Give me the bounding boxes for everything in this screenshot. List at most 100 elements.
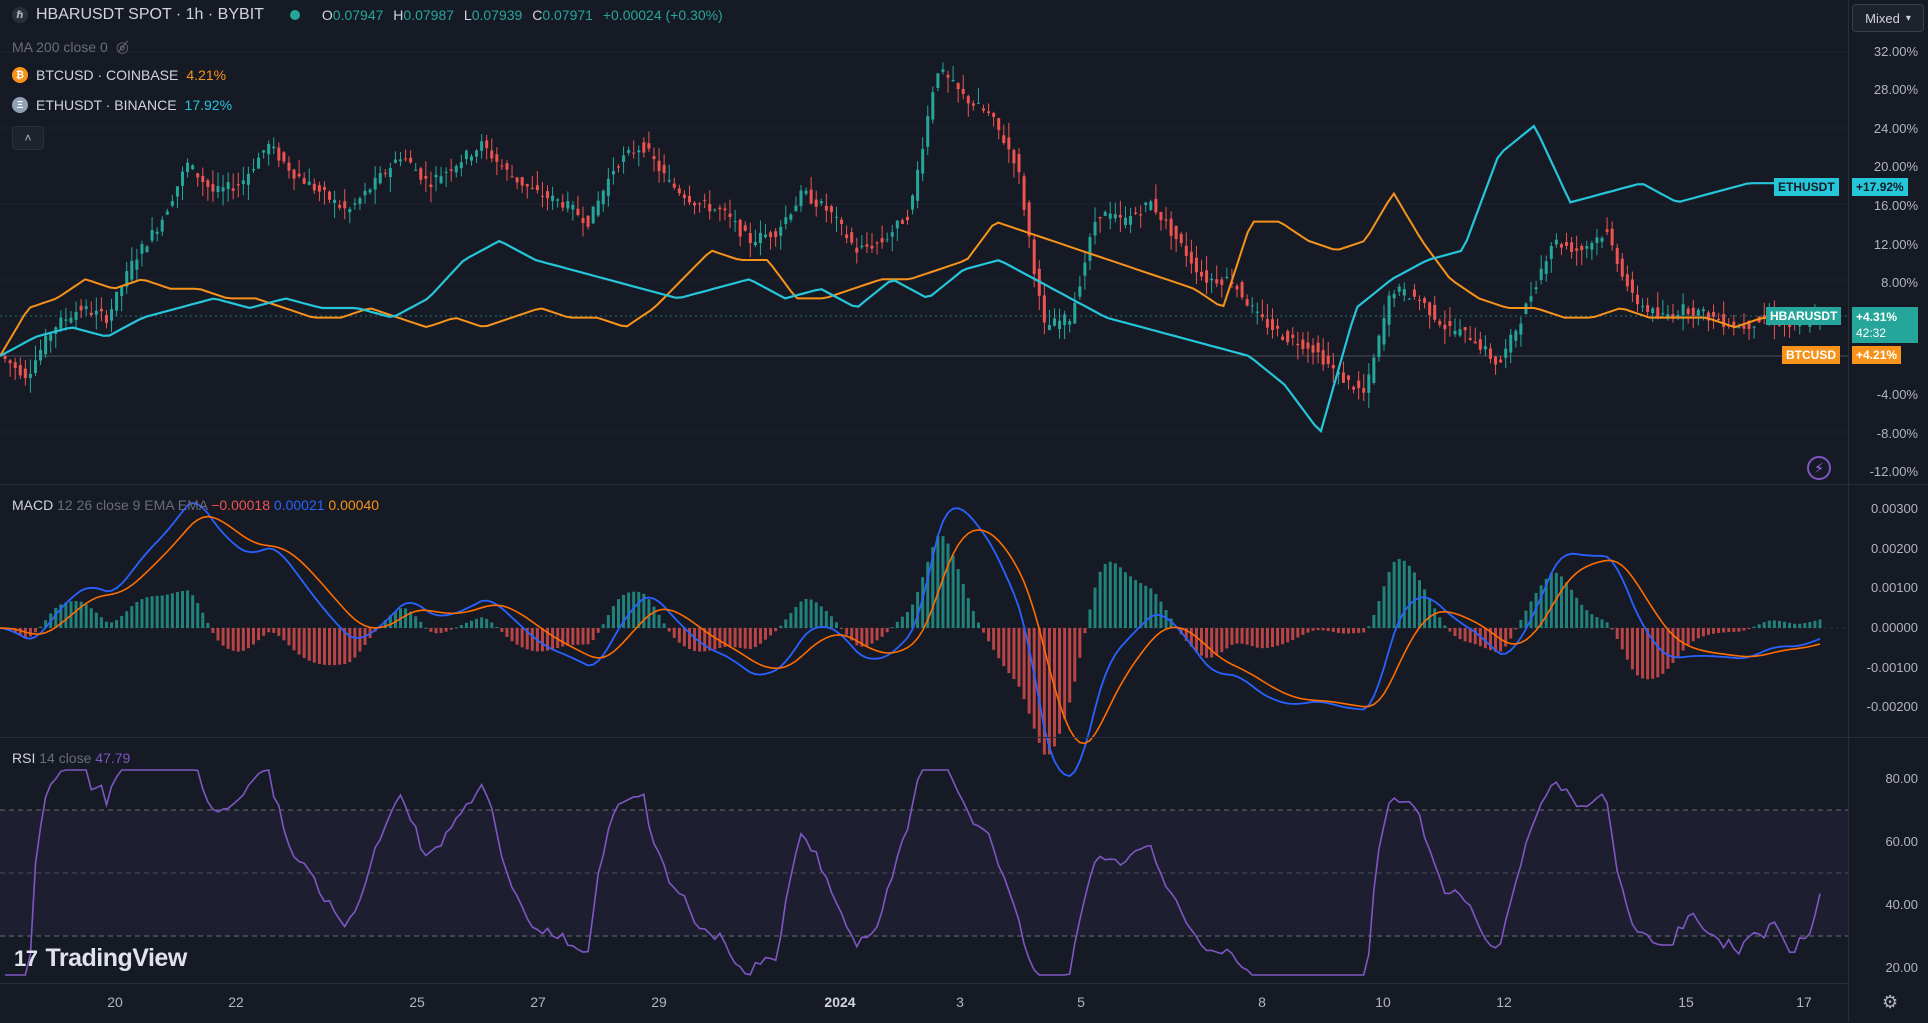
scale-mode-button[interactable]: Mixed ▾ <box>1852 4 1924 32</box>
macd-bar <box>1737 628 1741 632</box>
candle-body <box>1752 326 1756 328</box>
macd-bar <box>196 603 200 628</box>
macd-bar <box>221 628 225 646</box>
candle-body <box>1174 225 1178 240</box>
candle-body <box>693 202 697 206</box>
macd-bar <box>1448 628 1452 632</box>
macd-bar <box>454 627 458 629</box>
macd-bar <box>1752 626 1756 628</box>
candle-body <box>1494 356 1498 365</box>
macd-bar <box>814 602 818 628</box>
macd-bar <box>1311 628 1315 631</box>
candle-body <box>191 165 195 170</box>
macd-bar <box>1514 628 1518 630</box>
candle-body <box>1210 278 1214 281</box>
candle-body <box>469 156 473 161</box>
candle-body <box>1357 380 1361 389</box>
macd-bar <box>1331 628 1335 632</box>
macd-bar <box>1610 628 1614 630</box>
bitcoin-icon: ₿ <box>12 67 28 83</box>
macd-bar <box>571 628 575 646</box>
macd-bar <box>236 628 240 652</box>
candle-body <box>1331 364 1335 369</box>
macd-bar <box>475 618 479 628</box>
macd-bar <box>1225 628 1229 649</box>
candle-body <box>992 113 996 117</box>
candle-body <box>1144 202 1148 206</box>
time-tick: 3 <box>956 994 964 1010</box>
candle-body <box>165 211 169 215</box>
macd-bar <box>104 621 108 628</box>
candle-body <box>368 189 372 193</box>
candle-body <box>1402 289 1406 296</box>
candle-body <box>1463 327 1467 331</box>
macd-bar <box>1286 628 1290 643</box>
symbol-legend[interactable]: ℏ HBARUSDT SPOT · 1h · BYBIT O0.07947 H0… <box>12 6 723 24</box>
macd-bar <box>1316 628 1320 631</box>
candle-body <box>241 180 245 185</box>
candle-body <box>713 209 717 211</box>
macd-bar <box>1118 567 1122 628</box>
macd-bar <box>824 610 828 628</box>
macd-bar <box>1681 628 1685 651</box>
macd-bar <box>1265 628 1269 648</box>
ohlc-values: O0.07947 H0.07987 L0.07939 C0.07971 +0.0… <box>321 7 723 23</box>
candle-body <box>1149 201 1153 211</box>
candle-body <box>1691 307 1695 316</box>
ma-legend[interactable]: MA 200 close 0 ◎̸ <box>12 38 129 56</box>
rsi-legend[interactable]: RSI 14 close 47.79 <box>12 750 130 766</box>
candle-body <box>1169 218 1173 236</box>
candle-body <box>1326 355 1330 364</box>
candle-body <box>870 245 874 249</box>
macd-bar <box>170 593 174 628</box>
macd-bar <box>307 628 311 661</box>
collapse-legend-button[interactable]: ˄ <box>12 126 44 150</box>
candle-body <box>1083 262 1087 276</box>
candle-body <box>1580 245 1584 251</box>
candle-body <box>540 195 544 197</box>
time-axis[interactable]: 20 22 25 27 29 2024 3 5 8 10 12 15 17 <box>0 983 1848 1023</box>
macd-bar <box>1463 628 1467 642</box>
macd-bar <box>1580 604 1584 628</box>
macd-bar <box>1818 619 1822 628</box>
pane-separator[interactable] <box>0 484 1928 485</box>
candle-body <box>307 181 311 185</box>
macd-bar <box>1250 628 1254 647</box>
candle-body <box>1098 217 1102 219</box>
macd-bar <box>94 612 98 628</box>
macd-bar <box>115 620 119 628</box>
lightning-icon[interactable]: ⚡ <box>1807 456 1831 480</box>
macd-bar <box>672 628 676 638</box>
macd-bar <box>530 628 534 651</box>
candle-body <box>69 317 73 323</box>
btc-legend[interactable]: ₿ BTCUSD · COINBASE 4.21% <box>12 67 226 83</box>
candle-body <box>1529 296 1533 302</box>
gear-icon[interactable]: ⚙ <box>1882 992 1898 1013</box>
candle-body <box>556 199 560 201</box>
candle-body <box>1397 286 1401 292</box>
symbol-title[interactable]: HBARUSDT SPOT · 1h · BYBIT <box>36 6 264 24</box>
macd-bar <box>1068 628 1072 703</box>
pane-separator[interactable] <box>0 737 1928 738</box>
candle-body <box>89 312 93 315</box>
eye-hidden-icon[interactable]: ◎̸ <box>116 38 129 56</box>
tradingview-logo[interactable]: 17 TradingView <box>14 944 187 973</box>
candle-body <box>84 306 88 309</box>
eth-legend[interactable]: Ξ ETHUSDT · BINANCE 17.92% <box>12 97 232 113</box>
ma-label: MA 200 close 0 <box>12 39 108 55</box>
macd-bar <box>1570 589 1574 628</box>
candle-body <box>561 202 565 208</box>
candle-body <box>1306 342 1310 349</box>
candle-body <box>74 312 78 320</box>
macd-bar <box>1387 571 1391 628</box>
macd-bar <box>1377 601 1381 628</box>
candle-body <box>1235 285 1239 290</box>
rsi-value: 47.79 <box>95 750 131 766</box>
macd-bar <box>444 628 448 632</box>
macd-bar <box>1625 628 1629 660</box>
macd-legend[interactable]: MACD 12 26 close 9 EMA EMA −0.00018 0.00… <box>12 497 379 513</box>
candle-body <box>1047 325 1051 331</box>
candle-body <box>1651 308 1655 314</box>
macd-bar <box>961 583 965 628</box>
macd-bar <box>1240 628 1244 644</box>
